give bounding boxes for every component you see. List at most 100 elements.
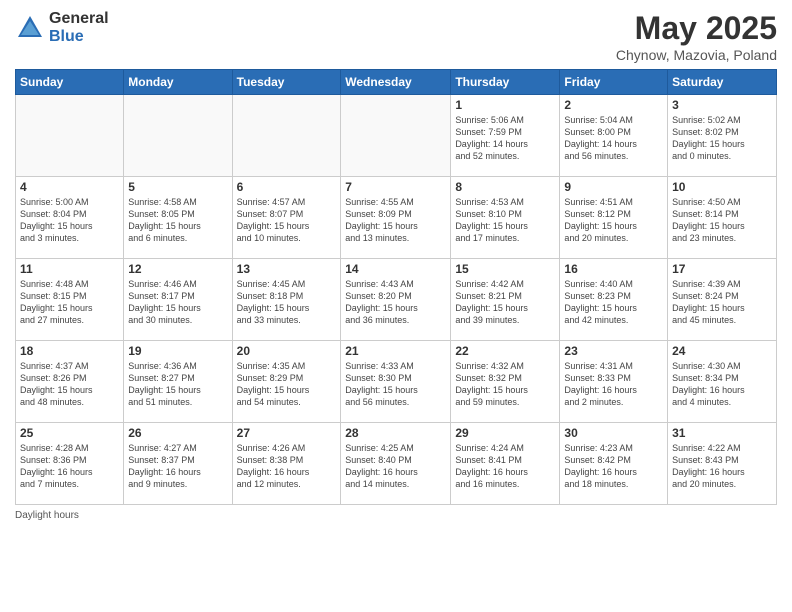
day-info: Sunrise: 4:26 AM Sunset: 8:38 PM Dayligh…: [237, 442, 337, 491]
day-info: Sunrise: 4:50 AM Sunset: 8:14 PM Dayligh…: [672, 196, 772, 245]
day-info: Sunrise: 4:55 AM Sunset: 8:09 PM Dayligh…: [345, 196, 446, 245]
day-number: 29: [455, 426, 555, 440]
day-info: Sunrise: 4:40 AM Sunset: 8:23 PM Dayligh…: [564, 278, 663, 327]
calendar-cell: 12 Sunrise: 4:46 AM Sunset: 8:17 PM Dayli…: [124, 259, 232, 341]
day-info: Sunrise: 4:48 AM Sunset: 8:15 PM Dayligh…: [20, 278, 119, 327]
day-info: Sunrise: 4:37 AM Sunset: 8:26 PM Dayligh…: [20, 360, 119, 409]
day-number: 22: [455, 344, 555, 358]
calendar-cell: 3 Sunrise: 5:02 AM Sunset: 8:02 PM Daylig…: [668, 95, 777, 177]
day-number: 8: [455, 180, 555, 194]
calendar-cell: [232, 95, 341, 177]
day-info: Sunrise: 5:02 AM Sunset: 8:02 PM Dayligh…: [672, 114, 772, 163]
calendar-cell: 9 Sunrise: 4:51 AM Sunset: 8:12 PM Daylig…: [560, 177, 668, 259]
calendar-cell: 20 Sunrise: 4:35 AM Sunset: 8:29 PM Dayli…: [232, 341, 341, 423]
day-info: Sunrise: 4:39 AM Sunset: 8:24 PM Dayligh…: [672, 278, 772, 327]
day-number: 11: [20, 262, 119, 276]
day-number: 19: [128, 344, 227, 358]
calendar-cell: 25 Sunrise: 4:28 AM Sunset: 8:36 PM Dayli…: [16, 423, 124, 505]
calendar-cell: 10 Sunrise: 4:50 AM Sunset: 8:14 PM Dayli…: [668, 177, 777, 259]
calendar-cell: 30Sunrise: 4:23 AM Sunset: 8:42 PM Dayli…: [560, 423, 668, 505]
day-number: 28: [345, 426, 446, 440]
col-wednesday: Wednesday: [341, 70, 451, 95]
day-info: Sunrise: 4:27 AM Sunset: 8:37 PM Dayligh…: [128, 442, 227, 491]
title-location: Chynow, Mazovia, Poland: [616, 47, 777, 63]
day-number: 13: [237, 262, 337, 276]
calendar-cell: 13 Sunrise: 4:45 AM Sunset: 8:18 PM Dayli…: [232, 259, 341, 341]
calendar-cell: 31Sunrise: 4:22 AM Sunset: 8:43 PM Dayli…: [668, 423, 777, 505]
day-number: 21: [345, 344, 446, 358]
day-info: Sunrise: 4:30 AM Sunset: 8:34 PM Dayligh…: [672, 360, 772, 409]
calendar-week-4: 18Sunrise: 4:37 AM Sunset: 8:26 PM Dayli…: [16, 341, 777, 423]
calendar-table: Sunday Monday Tuesday Wednesday Thursday…: [15, 69, 777, 505]
day-info: Sunrise: 4:51 AM Sunset: 8:12 PM Dayligh…: [564, 196, 663, 245]
calendar-week-3: 11 Sunrise: 4:48 AM Sunset: 8:15 PM Dayli…: [16, 259, 777, 341]
calendar-cell: 2 Sunrise: 5:04 AM Sunset: 8:00 PM Daylig…: [560, 95, 668, 177]
day-number: 10: [672, 180, 772, 194]
day-info: Sunrise: 5:00 AM Sunset: 8:04 PM Dayligh…: [20, 196, 119, 245]
day-number: 27: [237, 426, 337, 440]
day-info: Sunrise: 4:32 AM Sunset: 8:32 PM Dayligh…: [455, 360, 555, 409]
day-info: Sunrise: 4:33 AM Sunset: 8:30 PM Dayligh…: [345, 360, 446, 409]
day-info: Sunrise: 4:23 AM Sunset: 8:42 PM Dayligh…: [564, 442, 663, 491]
calendar-week-2: 4 Sunrise: 5:00 AM Sunset: 8:04 PM Daylig…: [16, 177, 777, 259]
day-info: Sunrise: 5:04 AM Sunset: 8:00 PM Dayligh…: [564, 114, 663, 163]
logo-general-text: General: [49, 10, 109, 28]
calendar-cell: 29 Sunrise: 4:24 AM Sunset: 8:41 PM Dayli…: [451, 423, 560, 505]
title-month: May 2025: [616, 10, 777, 47]
calendar-cell: 19Sunrise: 4:36 AM Sunset: 8:27 PM Dayli…: [124, 341, 232, 423]
day-number: 20: [237, 344, 337, 358]
footer: Daylight hours: [15, 510, 777, 521]
day-number: 16: [564, 262, 663, 276]
day-info: Sunrise: 4:25 AM Sunset: 8:40 PM Dayligh…: [345, 442, 446, 491]
day-info: Sunrise: 4:22 AM Sunset: 8:43 PM Dayligh…: [672, 442, 772, 491]
day-info: Sunrise: 4:24 AM Sunset: 8:41 PM Dayligh…: [455, 442, 555, 491]
calendar-cell: 6Sunrise: 4:57 AM Sunset: 8:07 PM Daylig…: [232, 177, 341, 259]
col-monday: Monday: [124, 70, 232, 95]
title-block: May 2025 Chynow, Mazovia, Poland: [616, 10, 777, 63]
logo-icon: [15, 13, 45, 43]
day-info: Sunrise: 4:45 AM Sunset: 8:18 PM Dayligh…: [237, 278, 337, 327]
col-sunday: Sunday: [16, 70, 124, 95]
day-info: Sunrise: 4:28 AM Sunset: 8:36 PM Dayligh…: [20, 442, 119, 491]
calendar-cell: 27 Sunrise: 4:26 AM Sunset: 8:38 PM Dayli…: [232, 423, 341, 505]
calendar-week-1: 1Sunrise: 5:06 AM Sunset: 7:59 PM Daylig…: [16, 95, 777, 177]
header: General Blue May 2025 Chynow, Mazovia, P…: [15, 10, 777, 63]
calendar-cell: [341, 95, 451, 177]
calendar-cell: 28 Sunrise: 4:25 AM Sunset: 8:40 PM Dayli…: [341, 423, 451, 505]
day-number: 7: [345, 180, 446, 194]
day-number: 5: [128, 180, 227, 194]
calendar-cell: 14 Sunrise: 4:43 AM Sunset: 8:20 PM Dayli…: [341, 259, 451, 341]
calendar-cell: [16, 95, 124, 177]
day-number: 14: [345, 262, 446, 276]
day-number: 4: [20, 180, 119, 194]
calendar-cell: 4 Sunrise: 5:00 AM Sunset: 8:04 PM Daylig…: [16, 177, 124, 259]
calendar-cell: 7 Sunrise: 4:55 AM Sunset: 8:09 PM Daylig…: [341, 177, 451, 259]
calendar-cell: 24 Sunrise: 4:30 AM Sunset: 8:34 PM Dayli…: [668, 341, 777, 423]
calendar-week-5: 25 Sunrise: 4:28 AM Sunset: 8:36 PM Dayli…: [16, 423, 777, 505]
calendar-cell: 26Sunrise: 4:27 AM Sunset: 8:37 PM Dayli…: [124, 423, 232, 505]
day-info: Sunrise: 4:46 AM Sunset: 8:17 PM Dayligh…: [128, 278, 227, 327]
day-info: Sunrise: 4:53 AM Sunset: 8:10 PM Dayligh…: [455, 196, 555, 245]
day-number: 23: [564, 344, 663, 358]
logo-blue-text: Blue: [49, 28, 109, 46]
day-number: 17: [672, 262, 772, 276]
col-friday: Friday: [560, 70, 668, 95]
day-number: 2: [564, 98, 663, 112]
day-info: Sunrise: 4:43 AM Sunset: 8:20 PM Dayligh…: [345, 278, 446, 327]
day-info: Sunrise: 4:35 AM Sunset: 8:29 PM Dayligh…: [237, 360, 337, 409]
col-thursday: Thursday: [451, 70, 560, 95]
day-number: 12: [128, 262, 227, 276]
day-number: 6: [237, 180, 337, 194]
day-number: 9: [564, 180, 663, 194]
calendar-cell: 23Sunrise: 4:31 AM Sunset: 8:33 PM Dayli…: [560, 341, 668, 423]
footer-text: Daylight hours: [15, 510, 79, 521]
day-number: 3: [672, 98, 772, 112]
day-number: 24: [672, 344, 772, 358]
calendar-cell: 15Sunrise: 4:42 AM Sunset: 8:21 PM Dayli…: [451, 259, 560, 341]
calendar-cell: 17 Sunrise: 4:39 AM Sunset: 8:24 PM Dayli…: [668, 259, 777, 341]
calendar-cell: 21 Sunrise: 4:33 AM Sunset: 8:30 PM Dayli…: [341, 341, 451, 423]
day-number: 25: [20, 426, 119, 440]
col-saturday: Saturday: [668, 70, 777, 95]
calendar-cell: 1Sunrise: 5:06 AM Sunset: 7:59 PM Daylig…: [451, 95, 560, 177]
col-tuesday: Tuesday: [232, 70, 341, 95]
